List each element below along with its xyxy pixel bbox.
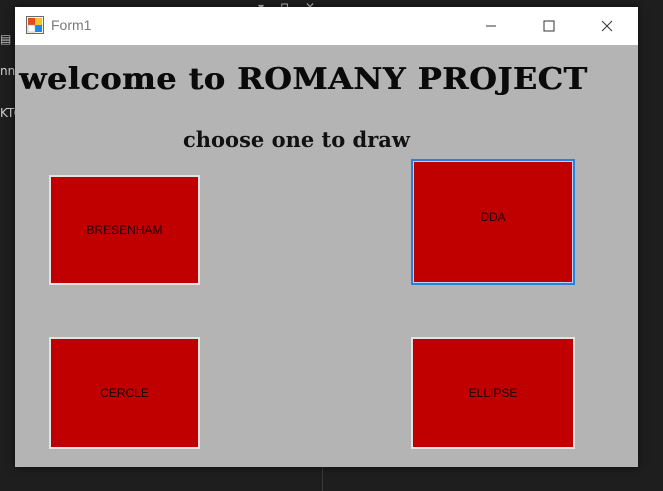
bresenham-button[interactable]: BRESENHAM: [49, 175, 200, 285]
title-bar[interactable]: Form1: [15, 7, 638, 45]
dda-button[interactable]: DDA: [411, 159, 575, 285]
form-icon: [26, 16, 44, 34]
welcome-heading: welcome to ROMANY PROJECT: [19, 62, 588, 97]
close-button[interactable]: [578, 7, 636, 45]
form-window: Form1 welcome to ROMANY PROJECT choose o…: [15, 7, 638, 467]
background-divider: [322, 467, 323, 491]
minimize-icon: [486, 25, 496, 27]
choose-label: choose one to draw: [183, 127, 410, 152]
ellipse-button[interactable]: ELLIPSE: [411, 337, 575, 449]
form-client-area: welcome to ROMANY PROJECT choose one to …: [15, 45, 638, 467]
close-icon: [601, 20, 613, 32]
window-title: Form1: [51, 17, 92, 33]
minimize-button[interactable]: [462, 7, 520, 45]
background-icon: ▤: [0, 32, 12, 46]
maximize-icon: [543, 20, 555, 32]
background-text-fragment: nn: [0, 64, 16, 78]
cercle-button-label: CERCLE: [100, 386, 149, 400]
maximize-button[interactable]: [520, 7, 578, 45]
cercle-button[interactable]: CERCLE: [49, 337, 200, 449]
dda-button-label: DDA: [480, 210, 506, 224]
ellipse-button-label: ELLIPSE: [468, 386, 518, 400]
bresenham-button-label: BRESENHAM: [86, 223, 163, 237]
